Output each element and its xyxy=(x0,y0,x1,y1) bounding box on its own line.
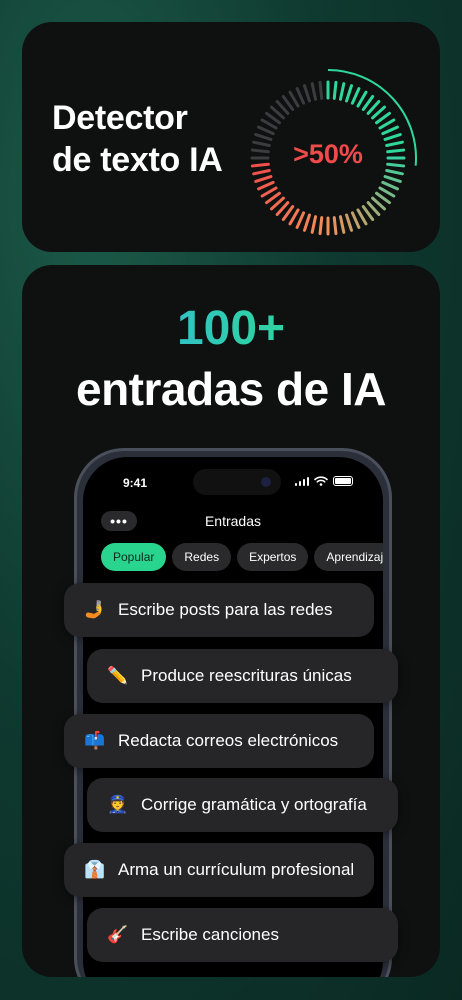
prompt-label: Produce reescrituras únicas xyxy=(141,666,352,685)
prompt-card-resume[interactable]: 👔 Arma un currículum profesional xyxy=(64,843,374,897)
category-tabs: Popular Redes Expertos Aprendizaje xyxy=(101,543,383,571)
shirt-icon: 👔 xyxy=(84,860,106,879)
dynamic-island xyxy=(193,469,281,495)
signal-icon xyxy=(294,476,309,486)
tab-expertos[interactable]: Expertos xyxy=(237,543,309,571)
status-time: 9:41 xyxy=(123,476,148,490)
detector-title: Detector de texto IA xyxy=(52,99,223,179)
prompt-card-social-posts[interactable]: 🤳 Escribe posts para las redes xyxy=(64,583,374,637)
headline-number: 100+ xyxy=(22,301,440,357)
prompts-card: 100+ entradas de IA 9:41 ••• Entradas Po… xyxy=(22,265,440,977)
wifi-icon xyxy=(314,476,328,486)
status-icons xyxy=(294,476,353,486)
headline-text: entradas de IA xyxy=(76,363,387,415)
selfie-icon: 🤳 xyxy=(84,600,106,619)
detector-card: Detector de texto IA >50% xyxy=(22,22,440,252)
prompt-card-songs[interactable]: 🎸 Escribe canciones xyxy=(87,908,398,962)
prompt-label: Escribe posts para las redes xyxy=(118,600,333,619)
battery-icon xyxy=(333,476,353,486)
prompt-card-rewrites[interactable]: ✏️ Produce reescrituras únicas xyxy=(87,649,398,703)
police-officer-icon: 👮 xyxy=(107,795,129,814)
prompt-label: Corrige gramática y ortografía xyxy=(141,795,367,814)
tab-popular[interactable]: Popular xyxy=(101,543,167,571)
prompt-card-emails[interactable]: 📫 Redacta correos electrónicos xyxy=(64,714,374,768)
phone-mockup: 9:41 ••• Entradas Popular Redes Expertos… xyxy=(74,448,392,977)
tab-aprendizaje[interactable]: Aprendizaje xyxy=(314,543,383,571)
screen-title: Entradas xyxy=(204,513,262,529)
pencil-icon: ✏️ xyxy=(107,666,129,685)
prompt-label: Arma un currículum profesional xyxy=(118,860,355,879)
prompt-label: Escribe canciones xyxy=(141,925,279,944)
mailbox-icon: 📫 xyxy=(84,731,106,750)
tab-redes[interactable]: Redes xyxy=(172,543,232,571)
gauge-value: >50% xyxy=(293,138,363,169)
prompt-label: Redacta correos electrónicos xyxy=(118,731,339,750)
guitar-icon: 🎸 xyxy=(107,925,129,944)
prompt-card-grammar[interactable]: 👮 Corrige gramática y ortografía xyxy=(87,778,398,832)
